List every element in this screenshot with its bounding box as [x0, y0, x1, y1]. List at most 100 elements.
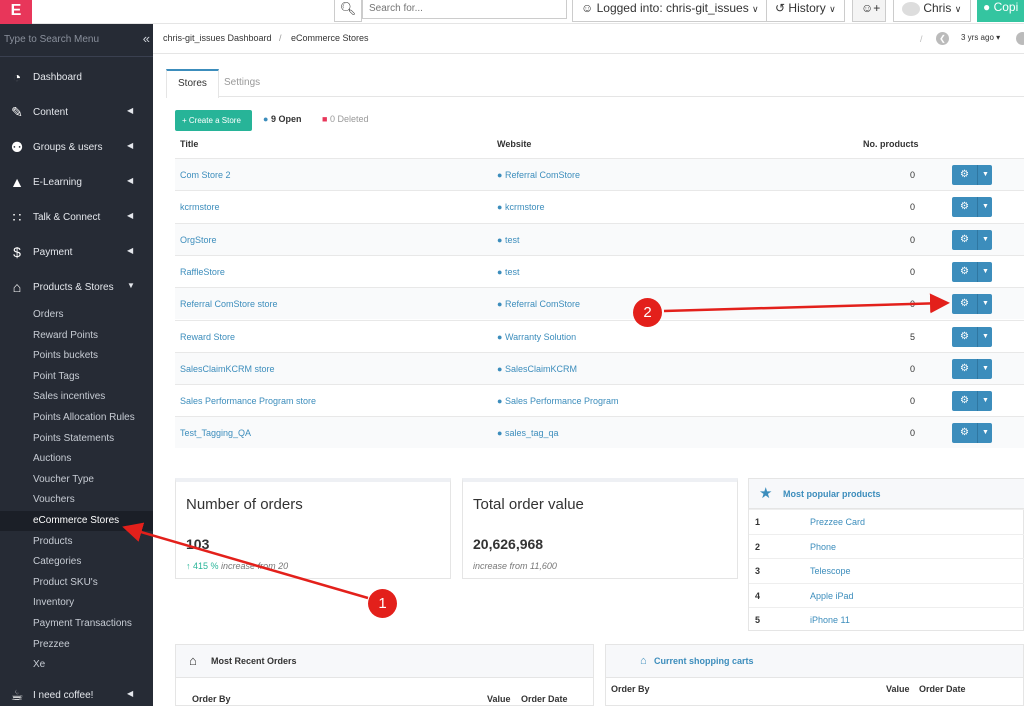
column-header-products[interactable]: No. products [863, 139, 919, 149]
gear-icon[interactable]: ⚙︎ [952, 229, 978, 250]
time-ago-dropdown[interactable]: 3 yrs ago ▾ [961, 33, 1000, 42]
collapse-sidebar-icon[interactable]: « [143, 31, 150, 46]
search-icon[interactable]: 🔍︎ [334, 0, 362, 22]
column-header-value[interactable]: Value [886, 684, 910, 694]
sidebar-item-coffee[interactable]: ☕︎ I need coffee! ◀ [0, 678, 153, 706]
user-menu[interactable]: Chris ∨ [893, 0, 971, 22]
store-website-link[interactable]: ● test [497, 267, 519, 277]
gear-icon[interactable]: ⚙︎ [952, 197, 978, 218]
column-header-website[interactable]: Website [497, 139, 531, 149]
sidebar-item-talk-connect[interactable]: ∷ Talk & Connect ◀ [0, 200, 153, 235]
sidebar-item-content[interactable]: ✎ Content ◀ [0, 95, 153, 130]
product-link[interactable]: Prezzee Card [810, 517, 865, 527]
open-count-badge[interactable]: ● 9 Open [263, 114, 301, 124]
store-website-link[interactable]: ● SalesClaimKCRM [497, 364, 577, 374]
sidebar-subitem[interactable]: Orders [0, 305, 153, 325]
sidebar-subitem[interactable]: Reward Points [0, 326, 153, 346]
gear-icon[interactable]: ⚙︎ [952, 423, 978, 444]
gear-icon[interactable]: ⚙︎ [952, 261, 978, 282]
gear-icon[interactable]: ⚙︎ [952, 294, 978, 315]
add-user-button[interactable]: ☺︎+ [852, 0, 886, 22]
store-title-link[interactable]: OrgStore [180, 235, 217, 245]
sidebar-subitem[interactable]: Vouchers [0, 490, 153, 510]
forward-icon[interactable] [1016, 32, 1024, 45]
column-header-order-by[interactable]: Order By [611, 684, 650, 694]
store-website-link[interactable]: ● test [497, 235, 519, 245]
product-link[interactable]: Apple iPad [810, 591, 854, 601]
store-product-count: 0 [910, 202, 916, 213]
caret-down-icon[interactable]: ▼ [979, 391, 992, 411]
sidebar-item-products-stores[interactable]: ⌂ Products & Stores ▼ [0, 270, 153, 305]
store-website-link[interactable]: ● kcrmstore [497, 202, 544, 212]
product-link[interactable]: Phone [810, 542, 836, 552]
gear-icon[interactable]: ⚙︎ [952, 358, 978, 379]
store-title-link[interactable]: Referral ComStore store [180, 299, 278, 309]
search-input[interactable] [362, 0, 567, 19]
sidebar-item-payment[interactable]: $ Payment ◀ [0, 235, 153, 270]
app-logo[interactable]: E [0, 0, 32, 24]
store-website-link[interactable]: ● Warranty Solution [497, 332, 576, 342]
column-header-title[interactable]: Title [180, 139, 198, 149]
sidebar-subitem[interactable]: Points Allocation Rules [0, 408, 153, 428]
store-website-link[interactable]: ● sales_tag_qa [497, 428, 559, 438]
column-header-order-date[interactable]: Order Date [919, 684, 966, 694]
copilot-button[interactable]: ● Copi [977, 0, 1024, 22]
caret-down-icon[interactable]: ▼ [979, 423, 992, 443]
gear-icon[interactable]: ⚙︎ [952, 391, 978, 412]
store-website-link[interactable]: ● Referral ComStore [497, 299, 580, 309]
store-website-link[interactable]: ● Sales Performance Program [497, 396, 619, 406]
product-link[interactable]: iPhone 11 [810, 615, 850, 625]
gear-icon[interactable]: ⚙︎ [952, 165, 978, 185]
store-title-link[interactable]: Test_Tagging_QA [180, 428, 251, 438]
row-actions-button-group: ⚙︎ ▼ [952, 391, 992, 412]
sidebar-item-dashboard[interactable]: ◔ Dashboard [0, 60, 153, 95]
caret-down-icon[interactable]: ▼ [979, 294, 992, 314]
caret-down-icon[interactable]: ▼ [979, 197, 992, 217]
sidebar-subitem[interactable]: Xe [0, 655, 153, 675]
store-title-link[interactable]: kcrmstore [180, 202, 220, 212]
tab-settings[interactable]: Settings [213, 69, 271, 97]
column-header-value[interactable]: Value [487, 694, 511, 704]
sidebar-subitem[interactable]: Prezzee [0, 635, 153, 655]
store-title-link[interactable]: RaffleStore [180, 267, 225, 277]
sidebar-subitem[interactable]: Point Tags [0, 367, 153, 387]
menu-search-input[interactable]: Type to Search Menu [4, 34, 99, 45]
history-dropdown[interactable]: ↺ History ∨ [766, 0, 845, 22]
store-title-link[interactable]: Com Store 2 [180, 170, 231, 180]
store-website-link[interactable]: ● Referral ComStore [497, 170, 580, 180]
sidebar-subitem[interactable]: Voucher Type [0, 470, 153, 490]
column-header-order-by[interactable]: Order By [192, 694, 231, 704]
gear-icon[interactable]: ⚙︎ [952, 326, 978, 347]
sidebar-subitem[interactable]: Inventory [0, 593, 153, 613]
sidebar-subitem[interactable]: Points buckets [0, 346, 153, 366]
store-title-link[interactable]: Reward Store [180, 332, 235, 342]
sidebar-item-elearning[interactable]: ▲ E-Learning ◀ [0, 165, 153, 200]
back-icon[interactable]: ❮ [936, 32, 949, 45]
sidebar-item-groups-users[interactable]: ⚉ Groups & users ◀ [0, 130, 153, 165]
product-link[interactable]: Telescope [810, 566, 851, 576]
sidebar-subitem[interactable]: Product SKU's [0, 573, 153, 593]
caret-down-icon[interactable]: ▼ [979, 230, 992, 250]
table-row: Reward Store ● Warranty Solution 5 ⚙︎ ▼ [175, 319, 1024, 352]
caret-down-icon[interactable]: ▼ [979, 327, 992, 347]
sidebar-subitem[interactable]: Payment Transactions [0, 614, 153, 634]
tab-stores[interactable]: Stores [166, 69, 219, 98]
globe-icon: ● [497, 234, 503, 245]
column-header-order-date[interactable]: Order Date [521, 694, 568, 704]
menu-search[interactable]: Type to Search Menu « [0, 24, 153, 57]
sidebar-subitem[interactable]: Categories [0, 552, 153, 572]
deleted-count-badge[interactable]: ■ 0 Deleted [322, 114, 368, 124]
caret-down-icon[interactable]: ▼ [979, 359, 992, 379]
sidebar-subitem[interactable]: Sales incentives [0, 387, 153, 407]
caret-down-icon[interactable]: ▼ [979, 262, 992, 282]
sidebar-subitem[interactable]: Points Statements [0, 429, 153, 449]
caret-down-icon[interactable]: ▼ [979, 165, 992, 185]
store-title-link[interactable]: SalesClaimKCRM store [180, 364, 275, 374]
sidebar-subitem[interactable]: eCommerce Stores [0, 511, 153, 531]
logged-into-dropdown[interactable]: ☺︎ Logged into: chris-git_issues ∨ [572, 0, 768, 22]
sidebar-subitem[interactable]: Products [0, 532, 153, 552]
breadcrumb-dashboard-link[interactable]: chris-git_issues Dashboard [163, 33, 272, 43]
sidebar-subitem[interactable]: Auctions [0, 449, 153, 469]
store-title-link[interactable]: Sales Performance Program store [180, 396, 316, 406]
create-store-button[interactable]: + Create a Store [175, 110, 252, 131]
